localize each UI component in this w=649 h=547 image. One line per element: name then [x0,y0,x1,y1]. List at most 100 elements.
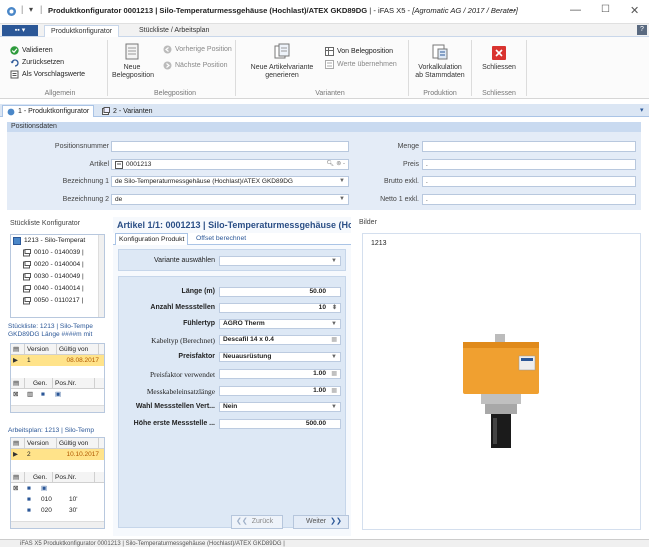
column-version[interactable]: Version [25,438,57,448]
variante-box: Variante auswählen ▼ [118,249,346,271]
filter-icon[interactable]: ⊠ [11,483,25,494]
grid-menu-icon[interactable]: ▤ [11,378,25,388]
chevron-down-icon: ▼ [331,321,337,327]
column-gueltig-von[interactable]: Gültig von [57,438,99,448]
neue-artikelvariante-button[interactable]: Neue Artikelvariante generieren [243,43,321,80]
chevron-down-icon[interactable]: ▼ [339,195,345,204]
tree-item[interactable]: 0030 - 0140049 | [11,271,104,283]
grid-header: ▤ Version Gültig von [11,344,104,355]
table-row[interactable]: ■ 020 30' [11,505,104,516]
filter-row[interactable]: ⊠ ▥ ■ ▣ [11,389,104,400]
grid-scrollbar[interactable] [11,405,104,412]
column-pos-nr[interactable]: Pos.Nr. [53,378,95,388]
column-gen[interactable]: Gen. [25,472,53,482]
als-vorschlagswerte-button[interactable]: Als Vorschlagswerte [10,70,85,79]
schliessen-button[interactable]: Schliessen [476,45,522,72]
zuruecksetzen-button[interactable]: Zurücksetzen [10,58,64,67]
param-field[interactable]: 500.00 [219,419,341,429]
artikel-value: 0001213 [126,161,152,168]
param-value: 500.00 [305,420,326,427]
column-gen[interactable]: Gen. [25,378,53,388]
filter-cell-icon[interactable]: ▣ [53,389,67,400]
file-menu-button[interactable]: ▪▪ ▾ [2,25,38,36]
filter-cell-icon[interactable]: ■ [39,389,53,400]
positionsnummer-field[interactable] [111,141,349,152]
vorkalkulation-label-1: Vorkalkulation [418,64,462,71]
filter-icon[interactable]: ⊠ [11,389,25,400]
column-pos-nr[interactable]: Pos.Nr. [53,472,95,482]
von-belegposition-button[interactable]: Von Belegposition [325,47,393,56]
validieren-button[interactable]: Validieren [10,46,53,55]
param-field[interactable]: Neuausrüstung ▼ [219,352,341,362]
param-field[interactable]: Nein ▼ [219,402,341,412]
param-field[interactable]: 50.00 [219,287,341,297]
param-field[interactable]: 10 ⬍ [219,303,341,313]
tab-overflow-icon[interactable]: ▾ [640,106,644,114]
tree-scrollbar[interactable] [98,235,104,317]
menge-field[interactable] [422,141,636,152]
vorkalkulation-label-2: ab Stammdaten [415,72,465,79]
zurueck-button[interactable]: ❮❮ Zurück [231,515,283,529]
group-label-produktion: Produktion [423,90,457,97]
table-row[interactable]: ▶ 1 08.08.2017 [11,355,104,366]
tab-konfiguration-produkt[interactable]: Konfiguration Produkt [115,233,189,245]
werte-uebernehmen-button[interactable]: Werte übernehmen [325,60,397,69]
new-document-icon [125,43,139,60]
param-field: Descafil 14 x 0.4 ▦ [219,335,341,345]
grid-scrollbar[interactable] [11,521,104,528]
grid-menu-icon[interactable]: ▤ [11,438,25,448]
artikel-field[interactable]: 0001213 🔍︎ ⊚ - [111,159,349,170]
param-field[interactable]: AGRO Therm ▼ [219,319,341,329]
filter-operator-icon[interactable]: ▥ [25,389,39,400]
filter-cell-icon[interactable]: ■ [25,483,39,494]
grid-menu-icon[interactable]: ▤ [11,472,25,482]
tree-item[interactable]: 0020 - 0140004 | [11,259,104,271]
calculation-icon [432,44,448,60]
tab-offset-berechnet[interactable]: Offset berechnet [193,233,249,245]
grid-menu-icon[interactable]: ▤ [11,344,25,354]
zurueck-label: Zurück [251,518,274,525]
bezeichnung2-field[interactable]: de ▼ [111,194,349,205]
param-label: Länge (m) [181,288,215,295]
column-gueltig-von[interactable]: Gültig von [57,344,99,354]
tree-item[interactable]: 0040 - 0140014 | [11,283,104,295]
document-tab-bar: 1 - Produktkonfigurator 2 - Varianten ▾ [0,104,649,117]
neue-belegposition-button[interactable]: Neue Belegposition [112,43,154,80]
filter-cell-icon[interactable]: ▣ [39,483,53,494]
naechste-position-button[interactable]: Nächste Position [163,61,228,70]
tab-produktkonfigurator[interactable]: Produktkonfigurator [44,25,120,37]
tree-item[interactable]: 0050 - 0110217 | [11,295,104,307]
tree-root-item[interactable]: 1213 - Silo-Temperat [11,235,104,247]
zuruecksetzen-label: Zurücksetzen [22,59,65,66]
menge-label: Menge [397,143,419,150]
table-row[interactable]: ■ 010 10' [11,494,104,505]
netto-field[interactable]: . [422,194,636,205]
resize-arrows-icon[interactable]: ↔ [508,4,518,15]
doc-tab-produktkonfigurator[interactable]: 1 - Produktkonfigurator [2,105,95,117]
group-label-allgemein: Allgemein [44,90,76,97]
param-label: Messkabeleinsatzlänge [146,387,215,396]
column-version[interactable]: Version [25,344,57,354]
vorkalkulation-button[interactable]: Vorkalkulation ab Stammdaten [411,43,469,80]
bezeichnung1-field[interactable]: de Silo-Temperaturmessgehäuse (Hochlast)… [111,176,349,187]
tab-stueckliste-arbeitsplan[interactable]: Stückliste / Arbeitsplan [133,25,215,37]
close-icon[interactable]: ✕ [630,4,639,17]
weiter-button[interactable]: Weiter ❯❯ [293,515,349,529]
chevron-down-icon[interactable]: ▼ [339,177,345,186]
preis-field[interactable]: . [422,159,636,170]
copy-values-icon [325,60,334,69]
minimize-icon[interactable]: — [570,4,581,16]
brutto-field[interactable]: . [422,176,636,187]
options-icon[interactable]: ⊚ - [336,160,345,169]
vorherige-position-button[interactable]: Vorherige Position [163,45,232,54]
variante-dropdown[interactable]: ▼ [219,256,341,266]
table-row[interactable]: ▶ 2 10.10.2017 [11,449,104,460]
search-icon[interactable]: 🔍︎ [326,160,334,169]
help-icon[interactable]: ? [637,25,647,35]
maximize-icon[interactable]: ☐ [601,4,610,15]
tree-item[interactable]: 0010 - 0140039 | [11,247,104,259]
doc-tab-varianten[interactable]: 2 - Varianten [98,105,157,117]
filter-row[interactable]: ⊠ ■ ▣ [11,483,104,494]
window-title-main: Produktkonfigurator 0001213 | Silo-Tempe… [48,6,368,15]
quick-access-dropdown-icon[interactable]: ▾ [29,5,33,14]
